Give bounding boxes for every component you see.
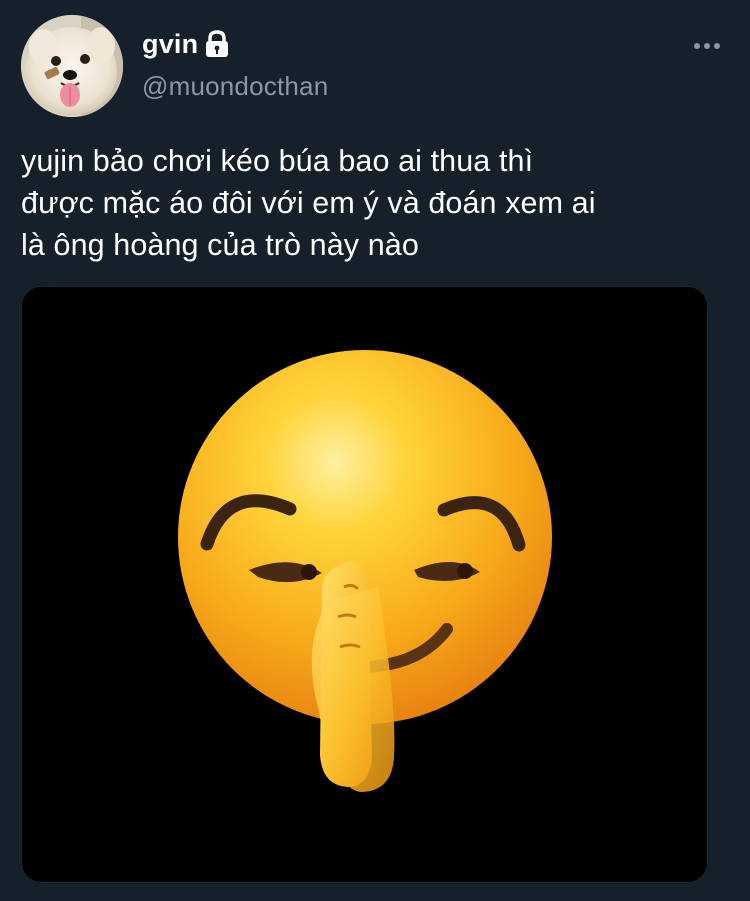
display-name[interactable]: gvin: [142, 29, 198, 60]
tweet-text-line: được mặc áo đôi với em ý và đoán xem ai: [21, 186, 596, 220]
avatar[interactable]: [21, 15, 123, 117]
lock-icon: [203, 29, 231, 59]
tweet-text-line: là ông hoàng của trò này nào: [21, 228, 419, 262]
tweet-text: yujin bảo chơi kéo búa bao ai thua thì đ…: [21, 140, 731, 266]
tweet-text-line: yujin bảo chơi kéo búa bao ai thua thì: [21, 144, 534, 178]
more-options-button[interactable]: [692, 38, 722, 54]
puppy-avatar-image: [21, 15, 123, 117]
more-dots-icon: [694, 43, 720, 49]
user-handle[interactable]: @muondocthan: [142, 71, 328, 102]
tweet-media[interactable]: [21, 286, 708, 883]
shushing-smirk-emoji-icon: [178, 350, 552, 792]
tweet: gvin @muondocthan yujin bảo chơi kéo búa…: [0, 0, 750, 901]
display-name-row: gvin: [142, 24, 231, 64]
